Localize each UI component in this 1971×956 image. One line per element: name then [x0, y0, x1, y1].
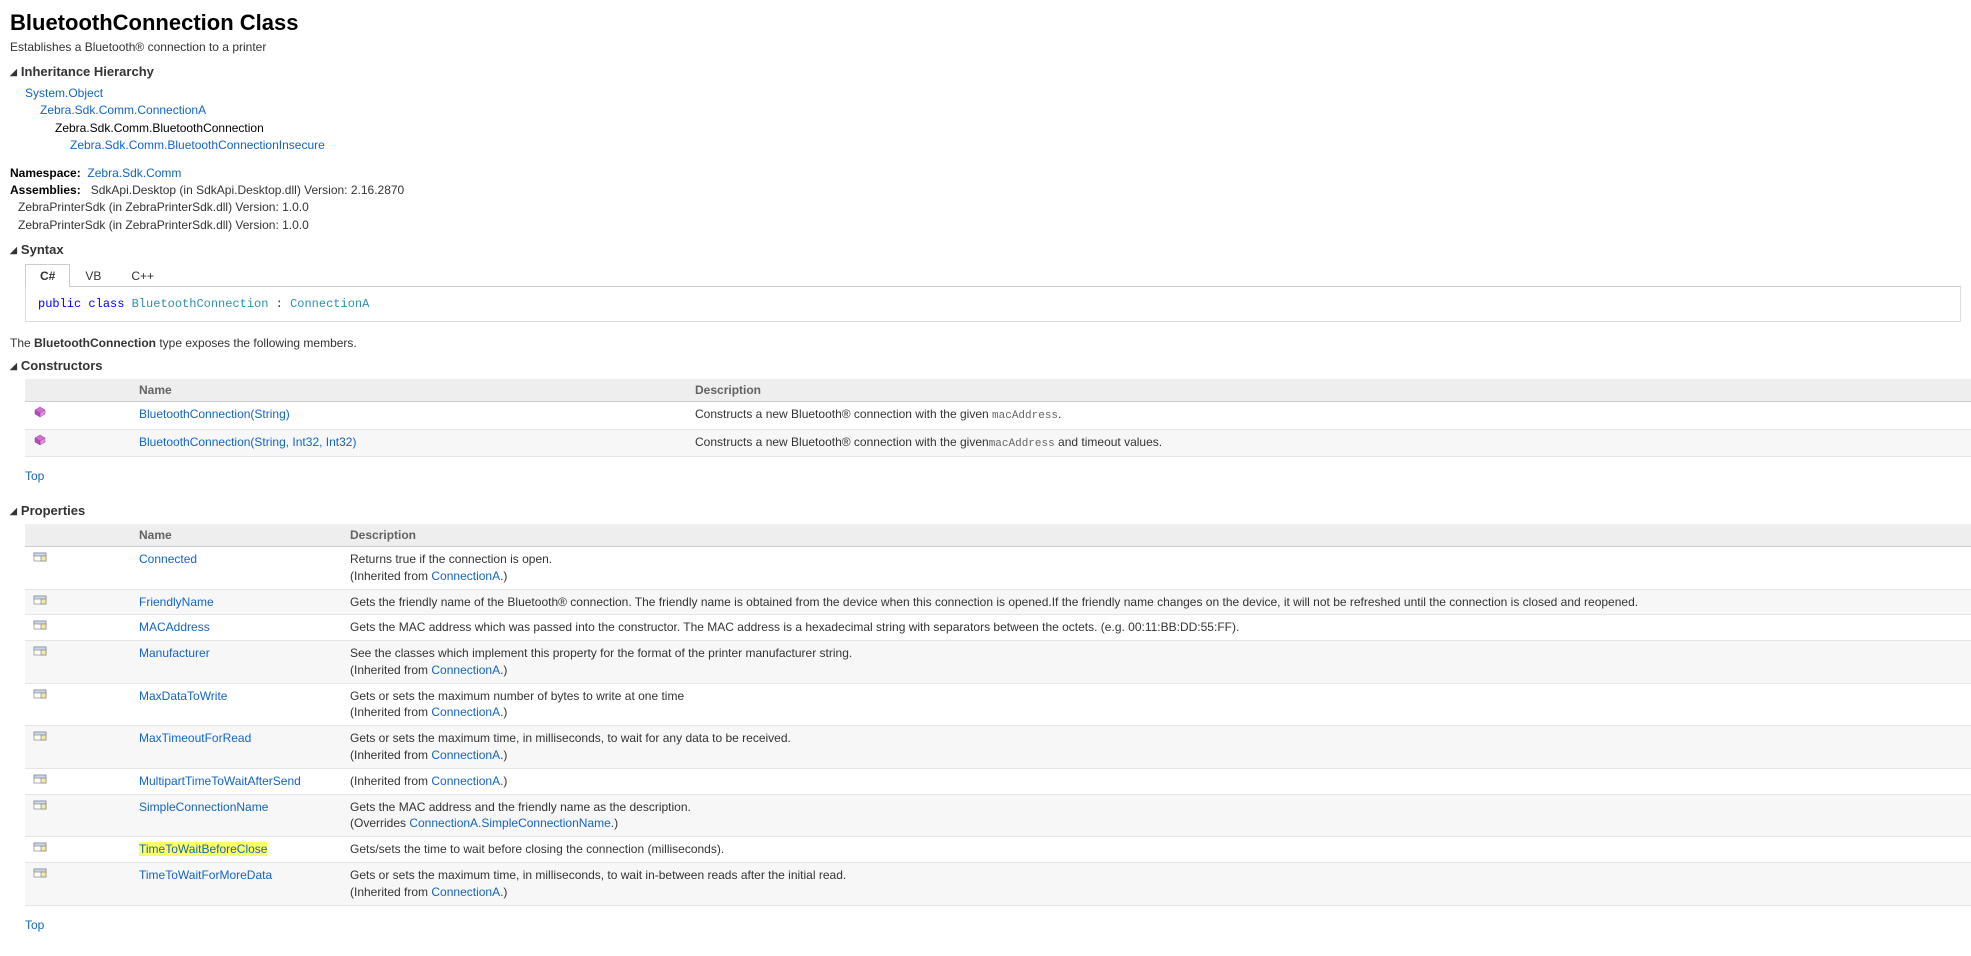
property-link[interactable]: SimpleConnectionName: [139, 800, 268, 814]
property-desc: Gets or sets the maximum time, in millis…: [342, 863, 1971, 906]
constructor-link[interactable]: BluetoothConnection(String): [139, 407, 290, 421]
property-desc: Gets or sets the maximum number of bytes…: [342, 683, 1971, 726]
property-desc: Gets the friendly name of the Bluetooth®…: [342, 589, 1971, 615]
table-row: MaxTimeoutForRead Gets or sets the maximu…: [25, 726, 1971, 769]
syntax-tabs: C# VB C++: [25, 263, 1961, 287]
page-subtitle: Establishes a Bluetooth® connection to a…: [10, 40, 1961, 54]
tab-cpp[interactable]: C++: [116, 264, 169, 287]
property-icon: [33, 841, 47, 853]
col-desc: Description: [342, 524, 1971, 547]
property-icon: [33, 551, 47, 563]
inherited-link[interactable]: ConnectionA: [431, 569, 500, 583]
property-desc: (Inherited from ConnectionA.): [342, 768, 1971, 794]
property-icon: [33, 867, 47, 879]
assembly-line-1: ZebraPrinterSdk (in ZebraPrinterSdk.dll)…: [18, 199, 1961, 216]
section-inheritance-hierarchy[interactable]: Inheritance Hierarchy: [10, 64, 1961, 79]
inherited-link[interactable]: ConnectionA: [431, 885, 500, 899]
property-icon: [33, 773, 47, 785]
table-row: BluetoothConnection(String) Constructs a …: [25, 402, 1971, 429]
property-link[interactable]: TimeToWaitBeforeClose: [139, 842, 267, 856]
hierarchy-link-object[interactable]: System.Object: [25, 86, 103, 100]
table-row: BluetoothConnection(String, Int32, Int32…: [25, 429, 1971, 456]
property-desc: Gets the MAC address which was passed in…: [342, 615, 1971, 641]
exposes-text: The BluetoothConnection type exposes the…: [10, 336, 1961, 350]
property-link[interactable]: Manufacturer: [139, 646, 210, 660]
constructors-table: Name Description BluetoothConnection(Str…: [25, 379, 1971, 457]
namespace-label: Namespace:: [10, 166, 81, 180]
property-desc: Gets or sets the maximum time, in millis…: [342, 726, 1971, 769]
table-row: MultipartTimeToWaitAfterSend (Inherited f…: [25, 768, 1971, 794]
tab-csharp[interactable]: C#: [25, 264, 70, 287]
assemblies-label: Assemblies:: [10, 183, 81, 197]
property-link[interactable]: Connected: [139, 552, 197, 566]
inheritance-hierarchy: System.Object Zebra.Sdk.Comm.ConnectionA…: [25, 85, 1961, 155]
meta-block: Namespace: Zebra.Sdk.Comm Assemblies: Sd…: [10, 165, 1961, 235]
overrides-link[interactable]: ConnectionA.SimpleConnectionName: [409, 816, 610, 830]
top-link-properties[interactable]: Top: [25, 918, 44, 932]
property-icon: [33, 730, 47, 742]
page-title: BluetoothConnection Class: [10, 10, 1961, 36]
section-properties[interactable]: Properties: [10, 503, 1961, 518]
namespace-link[interactable]: Zebra.Sdk.Comm: [87, 166, 181, 180]
constructor-desc: Constructs a new Bluetooth® connection w…: [687, 429, 1971, 456]
constructor-link[interactable]: BluetoothConnection(String, Int32, Int32…: [139, 435, 356, 449]
col-name: Name: [131, 379, 687, 402]
table-row: TimeToWaitForMoreData Gets or sets the ma…: [25, 863, 1971, 906]
tab-vb[interactable]: VB: [70, 264, 116, 287]
inherited-link[interactable]: ConnectionA: [431, 663, 500, 677]
hierarchy-link-connectiona[interactable]: Zebra.Sdk.Comm.ConnectionA: [40, 103, 206, 117]
property-icon: [33, 799, 47, 811]
property-desc: Gets/sets the time to wait before closin…: [342, 837, 1971, 863]
properties-table: Name Description Connected Returns true i…: [25, 524, 1971, 906]
property-icon: [33, 594, 47, 606]
property-desc: See the classes which implement this pro…: [342, 641, 1971, 684]
inherited-link[interactable]: ConnectionA: [431, 748, 500, 762]
constructor-desc: Constructs a new Bluetooth® connection w…: [687, 402, 1971, 429]
inherited-link[interactable]: ConnectionA: [431, 705, 500, 719]
table-row: SimpleConnectionName Gets the MAC address…: [25, 794, 1971, 837]
table-row: TimeToWaitBeforeClose Gets/sets the time …: [25, 837, 1971, 863]
property-link[interactable]: MaxDataToWrite: [139, 689, 227, 703]
property-desc: Returns true if the connection is open.(…: [342, 546, 1971, 589]
col-icon: [25, 379, 131, 402]
col-name: Name: [131, 524, 342, 547]
inherited-link[interactable]: ConnectionA: [431, 774, 500, 788]
property-link[interactable]: TimeToWaitForMoreData: [139, 868, 272, 882]
method-icon: [33, 406, 47, 418]
property-desc: Gets the MAC address and the friendly na…: [342, 794, 1971, 837]
col-icon: [25, 524, 131, 547]
table-row: Connected Returns true if the connection …: [25, 546, 1971, 589]
hierarchy-current-type: Zebra.Sdk.Comm.BluetoothConnection: [55, 120, 1961, 137]
top-link-constructors[interactable]: Top: [25, 469, 44, 483]
property-link[interactable]: MACAddress: [139, 620, 210, 634]
property-link[interactable]: MultipartTimeToWaitAfterSend: [139, 774, 301, 788]
col-desc: Description: [687, 379, 1971, 402]
property-icon: [33, 688, 47, 700]
section-syntax[interactable]: Syntax: [10, 242, 1961, 257]
table-row: FriendlyName Gets the friendly name of th…: [25, 589, 1971, 615]
syntax-code: public class BluetoothConnection : Conne…: [25, 287, 1961, 322]
assembly-line-2: ZebraPrinterSdk (in ZebraPrinterSdk.dll)…: [18, 217, 1961, 234]
property-link[interactable]: MaxTimeoutForRead: [139, 731, 251, 745]
table-row: Manufacturer See the classes which implem…: [25, 641, 1971, 684]
hierarchy-link-insecure[interactable]: Zebra.Sdk.Comm.BluetoothConnectionInsecu…: [70, 138, 325, 152]
method-icon: [33, 434, 47, 446]
table-row: MACAddress Gets the MAC address which was…: [25, 615, 1971, 641]
section-constructors[interactable]: Constructors: [10, 358, 1961, 373]
table-row: MaxDataToWrite Gets or sets the maximum n…: [25, 683, 1971, 726]
property-link[interactable]: FriendlyName: [139, 595, 214, 609]
assembly-line-0: SdkApi.Desktop (in SdkApi.Desktop.dll) V…: [91, 183, 405, 197]
property-icon: [33, 645, 47, 657]
property-icon: [33, 619, 47, 631]
